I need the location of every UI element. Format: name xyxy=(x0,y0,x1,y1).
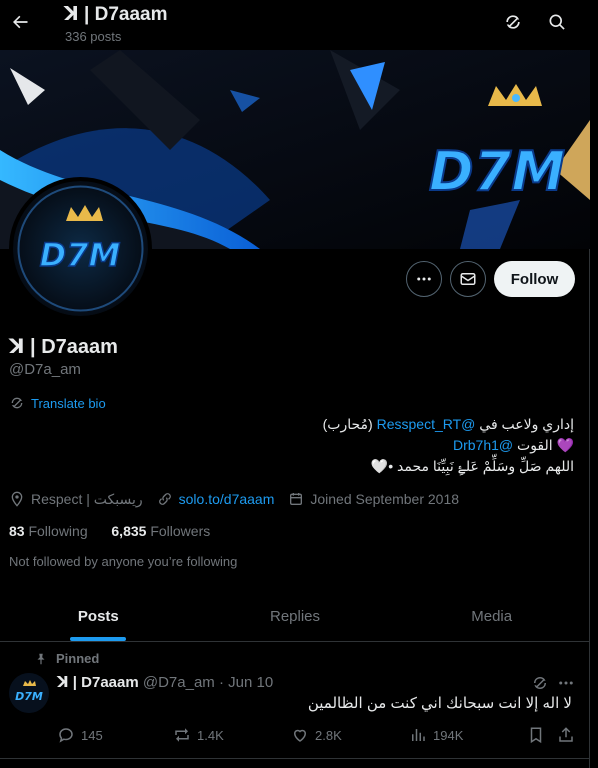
search-icon[interactable] xyxy=(545,10,569,34)
location: Respect | ريسبكت xyxy=(9,491,143,508)
reply-button[interactable]: 145 xyxy=(57,726,103,744)
profile-page: ꓘ | D7aaam 336 posts D7M D7M Follow ꓘ | … xyxy=(0,0,590,768)
views-count: 194K xyxy=(433,727,464,743)
views-icon xyxy=(412,729,425,741)
post-actions: 145 1.4K 2.8K 194K xyxy=(57,726,577,746)
tab-media[interactable]: Media xyxy=(393,592,590,641)
more-options-button[interactable] xyxy=(406,261,442,297)
pinned-label: Pinned xyxy=(56,651,100,666)
bio-line-1: إداري ولاعب في @Resspect_RT (مُحارب) xyxy=(134,414,574,435)
translate-bio-link[interactable]: Translate bio xyxy=(9,395,106,411)
following-count: 83 xyxy=(9,523,25,539)
bio-mention-drb7h1[interactable]: @Drb7h1 xyxy=(453,437,513,453)
location-text: Respect | ريسبكت xyxy=(31,490,143,507)
heart-icon xyxy=(293,729,307,742)
more-icon xyxy=(417,277,431,281)
post-header: ꓘ | D7aaam @D7a_am · Jun 10 xyxy=(57,673,273,691)
following-link[interactable]: 83 Following xyxy=(9,523,88,539)
link-icon xyxy=(158,493,171,505)
post-author-avatar[interactable]: D7M xyxy=(9,673,49,713)
location-pin-icon xyxy=(11,491,23,507)
post-translate-icon[interactable] xyxy=(530,673,550,693)
translate-icon xyxy=(11,397,23,409)
envelope-icon xyxy=(460,273,476,285)
profile-handle: @D7a_am xyxy=(9,361,81,378)
followers-link[interactable]: 6,835 Followers xyxy=(111,523,210,539)
follow-button[interactable]: Follow xyxy=(494,261,575,297)
divider xyxy=(0,758,590,759)
translate-bio-label: Translate bio xyxy=(31,395,106,411)
website[interactable]: solo.to/d7aaam xyxy=(157,491,275,507)
bio-text: (مُحارب) xyxy=(322,416,377,432)
like-button[interactable]: 2.8K xyxy=(291,726,342,744)
pin-icon xyxy=(37,653,45,664)
reply-count: 145 xyxy=(81,727,103,743)
pinned-indicator: Pinned xyxy=(34,651,99,666)
following-label: Following xyxy=(28,523,88,539)
not-followed-notice: Not followed by anyone you’re following xyxy=(9,554,238,569)
repost-icon xyxy=(175,728,189,742)
like-count: 2.8K xyxy=(315,727,342,743)
post-more-icon[interactable] xyxy=(556,673,576,693)
followers-count: 6,835 xyxy=(111,523,147,539)
bio-mention-resspect[interactable]: @Resspect_RT xyxy=(377,416,476,432)
post-text: لا اله إلا انت سبحانك اني كنت من الظالمي… xyxy=(307,695,572,712)
post-author-handle[interactable]: @D7a_am · Jun 10 xyxy=(143,674,273,691)
bio-text: 💜 القوت xyxy=(513,437,574,453)
bookmark-button[interactable] xyxy=(527,726,545,744)
message-button[interactable] xyxy=(450,261,486,297)
follow-counts: 83 Following 6,835 Followers xyxy=(9,523,210,539)
profile-bio: إداري ولاعب في @Resspect_RT (مُحارب) 💜 ا… xyxy=(134,414,574,477)
post-author-name[interactable]: ꓘ | D7aaam xyxy=(57,674,139,691)
tab-replies[interactable]: Replies xyxy=(197,592,394,641)
reply-icon xyxy=(59,728,73,743)
repost-count: 1.4K xyxy=(197,727,224,743)
translate-icon[interactable] xyxy=(501,10,525,34)
calendar-icon xyxy=(290,493,303,505)
profile-meta: Respect | ريسبكت solo.to/d7aaam Joined S… xyxy=(9,489,473,509)
bio-text: إداري ولاعب في xyxy=(475,416,574,432)
profile-tabs: Posts Replies Media xyxy=(0,592,590,642)
back-arrow-icon[interactable] xyxy=(6,8,34,36)
joined-date: Joined September 2018 xyxy=(288,491,459,507)
post-avatar-logo-text: D7M xyxy=(15,690,43,703)
banner-logo-text: D7M xyxy=(429,140,565,203)
share-button[interactable] xyxy=(557,726,575,744)
bio-line-2: 💜 القوت @Drb7h1 xyxy=(134,435,574,456)
avatar-logo-text: D7M xyxy=(40,236,121,274)
joined-text: Joined September 2018 xyxy=(310,491,460,507)
views-button[interactable]: 194K xyxy=(409,726,463,744)
bio-line-3: اللهم صَلِّ وسَلِّمْ عَلۓِ نَبِيِّنَا مح… xyxy=(370,458,574,474)
website-link[interactable]: solo.to/d7aaam xyxy=(179,491,275,507)
page-title: ꓘ | D7aaam xyxy=(64,4,168,25)
profile-name: ꓘ | D7aaam xyxy=(9,336,118,358)
bookmark-icon xyxy=(530,727,542,744)
avatar[interactable]: D7M xyxy=(9,177,152,320)
tab-posts[interactable]: Posts xyxy=(0,592,197,641)
followers-label: Followers xyxy=(150,523,211,539)
posts-count: 336 posts xyxy=(65,29,122,44)
repost-button[interactable]: 1.4K xyxy=(173,726,224,744)
share-icon xyxy=(559,727,573,742)
top-bar: ꓘ | D7aaam 336 posts xyxy=(0,0,590,50)
